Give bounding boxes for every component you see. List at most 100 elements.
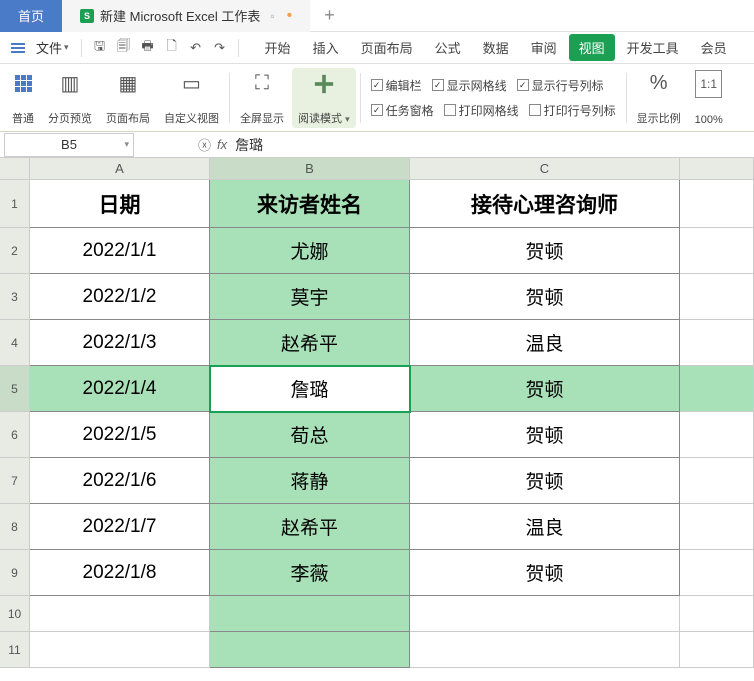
cell[interactable] (680, 274, 754, 320)
cell[interactable] (680, 180, 754, 228)
save-icon[interactable]: 🖫 (90, 38, 110, 58)
cell[interactable] (410, 632, 680, 668)
cell[interactable]: 2022/1/7 (30, 504, 210, 550)
row-header[interactable]: 11 (0, 632, 30, 668)
check-taskpane[interactable]: 任务窗格 (371, 102, 434, 119)
row-header[interactable]: 4 (0, 320, 30, 366)
cell[interactable]: 2022/1/6 (30, 458, 210, 504)
check-showrowcol[interactable]: 显示行号列标 (517, 77, 604, 94)
cell[interactable]: 尤娜 (210, 228, 410, 274)
cell[interactable]: 2022/1/8 (30, 550, 210, 596)
custom-view-button[interactable]: ▭ 自定义视图 (158, 68, 225, 128)
cell[interactable] (680, 596, 754, 632)
cell[interactable] (680, 320, 754, 366)
redo-icon[interactable]: ↷ (210, 38, 230, 58)
cell[interactable]: 李薇 (210, 550, 410, 596)
cell[interactable] (410, 596, 680, 632)
cell[interactable] (680, 504, 754, 550)
tab-formula[interactable]: 公式 (425, 34, 471, 61)
cell[interactable]: 温良 (410, 504, 680, 550)
cell[interactable]: 2022/1/2 (30, 274, 210, 320)
row-header[interactable]: 8 (0, 504, 30, 550)
cell[interactable]: 赵希平 (210, 320, 410, 366)
minimize-icon[interactable]: ▫ (270, 9, 274, 23)
cell[interactable] (210, 596, 410, 632)
new-tab-button[interactable]: + (310, 5, 349, 26)
formula-input[interactable]: 詹璐 (227, 135, 754, 155)
col-header-b[interactable]: B (210, 158, 410, 180)
save-as-icon[interactable]: 🗐 (114, 38, 134, 58)
cell[interactable]: 日期 (30, 180, 210, 228)
cell[interactable]: 蒋静 (210, 458, 410, 504)
check-printgrid[interactable]: 打印网格线 (444, 102, 519, 119)
tab-pagelayout[interactable]: 页面布局 (351, 34, 423, 61)
name-box[interactable]: B5 ▾ (4, 133, 134, 157)
row-header[interactable]: 6 (0, 412, 30, 458)
row-header[interactable]: 5 (0, 366, 30, 412)
fx-icon[interactable]: fx (217, 137, 227, 152)
file-menu[interactable]: 文件▾ (32, 38, 73, 57)
tab-document[interactable]: S 新建 Microsoft Excel 工作表 ▫ • (62, 0, 310, 32)
row-header[interactable]: 3 (0, 274, 30, 320)
row-header[interactable]: 7 (0, 458, 30, 504)
cell[interactable]: 贺顿 (410, 458, 680, 504)
col-header-d[interactable] (680, 158, 754, 180)
tab-devtools[interactable]: 开发工具 (617, 34, 689, 61)
print-preview-icon[interactable]: 🗋 (162, 38, 182, 58)
cell[interactable] (30, 596, 210, 632)
tab-member[interactable]: 会员 (691, 34, 737, 61)
tab-view[interactable]: 视图 (569, 34, 615, 61)
row-header[interactable]: 2 (0, 228, 30, 274)
undo-icon[interactable]: ↶ (186, 38, 206, 58)
cell[interactable]: 温良 (410, 320, 680, 366)
cell[interactable] (680, 412, 754, 458)
zoom-100-button[interactable]: 1:1 100% (689, 68, 729, 128)
cell[interactable]: 2022/1/5 (30, 412, 210, 458)
cell[interactable] (680, 550, 754, 596)
cell[interactable]: 贺顿 (410, 412, 680, 458)
row-header[interactable]: 1 (0, 180, 30, 228)
zoom-ratio-button[interactable]: % 显示比例 (631, 68, 687, 128)
select-all-corner[interactable] (0, 158, 30, 180)
print-icon[interactable]: 🖶 (138, 38, 158, 58)
cell[interactable]: 詹璐 (210, 366, 410, 412)
row-header[interactable]: 9 (0, 550, 30, 596)
check-editbar[interactable]: 编辑栏 (371, 77, 422, 94)
cell[interactable]: 荀总 (210, 412, 410, 458)
cell[interactable] (30, 632, 210, 668)
cell[interactable]: 贺顿 (410, 550, 680, 596)
dropdown-icon[interactable]: ▾ (124, 139, 129, 150)
col-header-c[interactable]: C (410, 158, 680, 180)
page-break-button[interactable]: ▥ 分页预览 (42, 68, 98, 128)
tab-start[interactable]: 开始 (255, 34, 301, 61)
cell[interactable] (680, 366, 754, 412)
cell[interactable]: 来访者姓名 (210, 180, 410, 228)
tab-home[interactable]: 首页 (0, 0, 62, 32)
cell[interactable]: 贺顿 (410, 274, 680, 320)
cancel-icon[interactable]: ⓧ (198, 135, 211, 154)
cell[interactable]: 2022/1/4 (30, 366, 210, 412)
tab-insert[interactable]: 插入 (303, 34, 349, 61)
check-showgrid[interactable]: 显示网格线 (432, 77, 507, 94)
cell[interactable]: 赵希平 (210, 504, 410, 550)
app-menu-icon[interactable] (8, 38, 28, 58)
cell[interactable] (210, 632, 410, 668)
read-mode-button[interactable]: 阅读模式 ▾ (292, 68, 356, 128)
cell[interactable] (680, 228, 754, 274)
cell[interactable]: 莫宇 (210, 274, 410, 320)
tab-data[interactable]: 数据 (473, 34, 519, 61)
cell[interactable]: 2022/1/1 (30, 228, 210, 274)
cell[interactable]: 接待心理咨询师 (410, 180, 680, 228)
cell[interactable] (680, 632, 754, 668)
cell[interactable]: 贺顿 (410, 366, 680, 412)
cell[interactable] (680, 458, 754, 504)
cell[interactable]: 贺顿 (410, 228, 680, 274)
cell[interactable]: 2022/1/3 (30, 320, 210, 366)
fullscreen-button[interactable]: ⛶ 全屏显示 (234, 68, 290, 128)
page-layout-button[interactable]: ▦ 页面布局 (100, 68, 156, 128)
row-header[interactable]: 10 (0, 596, 30, 632)
check-printrowcol[interactable]: 打印行号列标 (529, 102, 616, 119)
tab-review[interactable]: 审阅 (521, 34, 567, 61)
col-header-a[interactable]: A (30, 158, 210, 180)
view-normal-button[interactable]: 普通 (6, 68, 40, 128)
